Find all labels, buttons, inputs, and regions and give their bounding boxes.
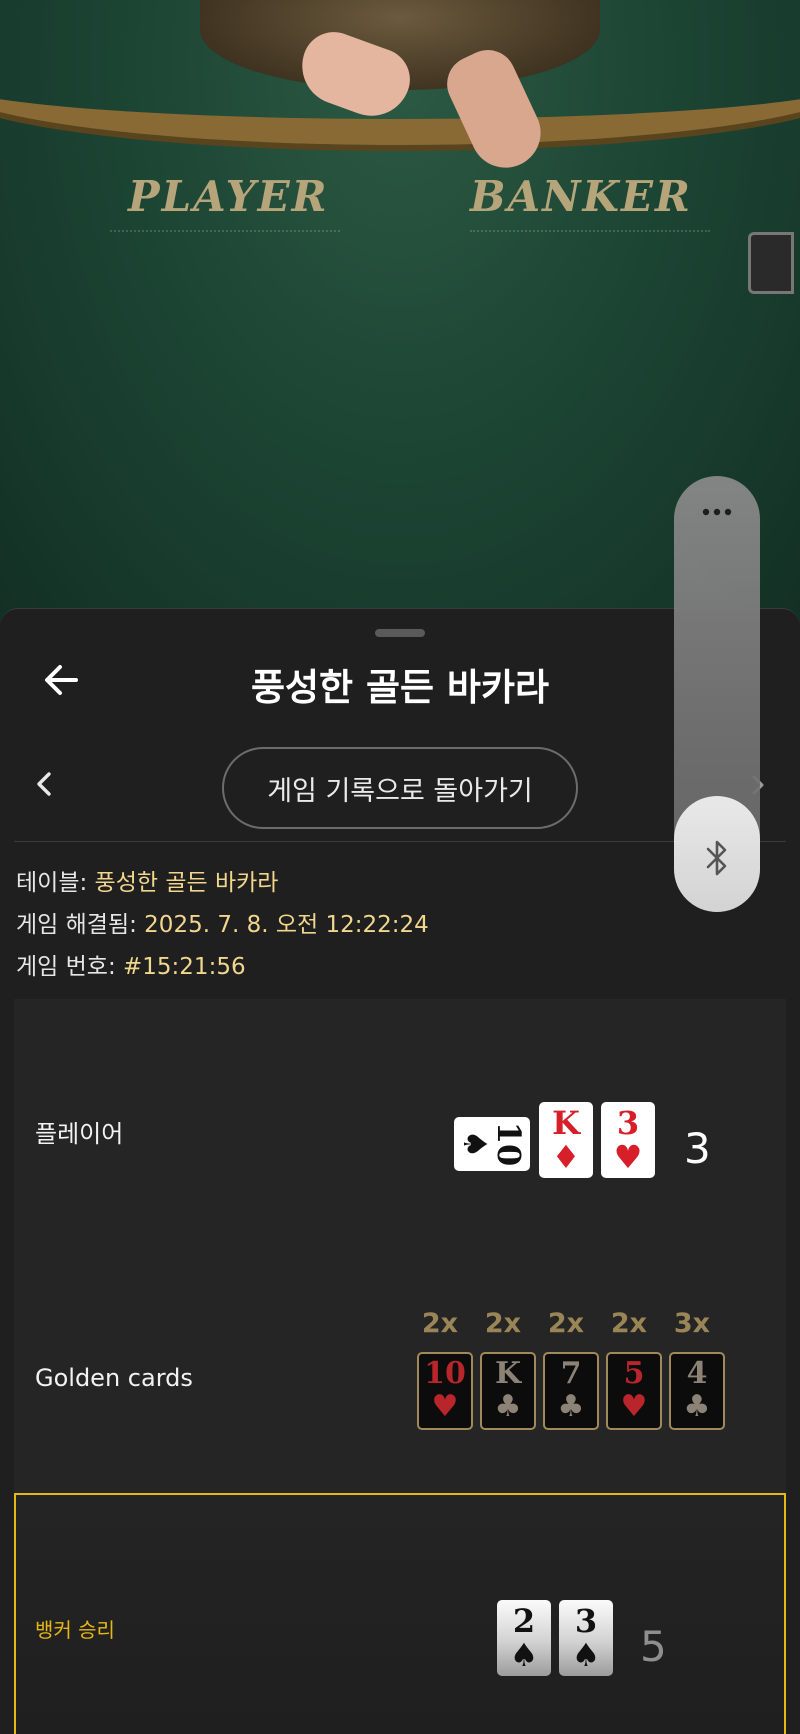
banker-card-1: 2 ♠ xyxy=(497,1600,551,1676)
info-resolved-line: 게임 해결됨: 2025. 7. 8. 오전 12:22:24 xyxy=(16,905,429,939)
banker-card-2-rank: 3 xyxy=(574,1602,598,1640)
bluetooth-button[interactable] xyxy=(674,796,760,912)
golden-card-5-suit: ♣ xyxy=(683,1389,711,1424)
player-card-2-suit: ♦ xyxy=(551,1138,581,1176)
golden-card-1-rank: 10 xyxy=(424,1356,466,1391)
info-resolved-value: 2025. 7. 8. 오전 12:22:24 xyxy=(144,912,429,938)
player-card-3-rank: 3 xyxy=(616,1104,640,1142)
player-card-1: 10 ♠ xyxy=(454,1117,530,1171)
felt-player-label: PLAYER xyxy=(128,172,329,221)
golden-multiplier-5: 3x xyxy=(673,1308,711,1339)
bluetooth-icon xyxy=(706,840,727,876)
banker-card-2-suit: ♠ xyxy=(571,1636,601,1674)
banker-win-label: 뱅커 승리 xyxy=(35,1618,115,1642)
player-total: 3 xyxy=(684,1124,711,1173)
golden-multiplier-2: 2x xyxy=(484,1308,522,1339)
floating-control-panel[interactable] xyxy=(674,476,760,912)
banker-card-2: 3 ♠ xyxy=(559,1600,613,1676)
golden-card-4: 5 ♥ xyxy=(606,1352,662,1430)
golden-multiplier-4: 2x xyxy=(610,1308,648,1339)
golden-multiplier-3: 2x xyxy=(547,1308,585,1339)
golden-multiplier-1: 2x xyxy=(421,1308,459,1339)
info-resolved-label: 게임 해결됨: xyxy=(16,912,145,938)
chevron-left-icon[interactable] xyxy=(30,769,60,799)
back-to-history-button[interactable]: 게임 기록으로 돌아가기 xyxy=(222,747,578,829)
golden-card-2: K ♣ xyxy=(480,1352,536,1430)
player-card-1-suit: ♠ xyxy=(456,1129,494,1159)
felt-dots-left xyxy=(110,230,340,232)
felt-dots-right xyxy=(470,230,710,232)
player-card-3-suit: ♥ xyxy=(613,1138,643,1176)
back-arrow-icon[interactable] xyxy=(40,659,82,701)
banker-total: 5 xyxy=(640,1622,667,1671)
page-title: 풍성한 골든 바카라 xyxy=(250,666,550,709)
golden-card-3-suit: ♣ xyxy=(557,1389,585,1424)
golden-cards-label: Golden cards xyxy=(35,1364,193,1392)
player-card-2: K ♦ xyxy=(539,1102,593,1178)
info-round-value: #15:21:56 xyxy=(123,954,246,980)
golden-card-2-suit: ♣ xyxy=(494,1389,522,1424)
player-hand-panel xyxy=(14,999,786,1249)
golden-card-4-rank: 5 xyxy=(623,1356,645,1391)
player-label: 플레이어 xyxy=(35,1120,124,1148)
card-shoe xyxy=(748,232,794,294)
golden-card-1-suit: ♥ xyxy=(431,1389,459,1424)
golden-card-3-rank: 7 xyxy=(560,1356,582,1391)
banker-hand-panel xyxy=(14,1493,786,1734)
info-round-label: 게임 번호: xyxy=(16,954,124,980)
info-round-line: 게임 번호: #15:21:56 xyxy=(16,947,246,981)
player-card-1-rank: 10 xyxy=(490,1121,528,1167)
golden-card-2-rank: K xyxy=(494,1356,522,1391)
player-card-2-rank: K xyxy=(552,1104,580,1142)
golden-card-4-suit: ♥ xyxy=(620,1389,648,1424)
info-table-line: 테이블: 풍성한 골든 바카라 xyxy=(16,863,278,897)
golden-card-5-rank: 4 xyxy=(686,1356,708,1391)
player-card-3: 3 ♥ xyxy=(601,1102,655,1178)
banker-card-1-rank: 2 xyxy=(512,1602,536,1640)
info-table-label: 테이블: xyxy=(16,870,95,896)
info-table-value: 풍성한 골든 바카라 xyxy=(94,870,279,896)
golden-card-1: 10 ♥ xyxy=(417,1352,473,1430)
more-dots-icon[interactable] xyxy=(694,500,740,524)
felt-banker-label: BANKER xyxy=(470,172,692,221)
golden-card-3: 7 ♣ xyxy=(543,1352,599,1430)
banker-card-1-suit: ♠ xyxy=(509,1636,539,1674)
sheet-grab-handle[interactable] xyxy=(375,629,425,637)
golden-card-5: 4 ♣ xyxy=(669,1352,725,1430)
divider xyxy=(14,841,786,842)
